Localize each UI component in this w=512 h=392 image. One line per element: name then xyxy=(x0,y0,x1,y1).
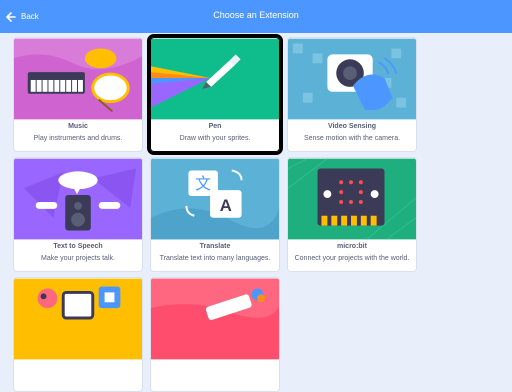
microbit-icon xyxy=(288,158,416,240)
extension-description: Connect your projects with the world. xyxy=(294,255,410,262)
extension-name: micro:bit xyxy=(337,243,367,250)
video-sensing-icon xyxy=(288,38,416,120)
extension-grid: Music Play instruments and drums. Pen Dr… xyxy=(13,34,493,392)
extension-card-music[interactable]: Music Play instruments and drums. xyxy=(13,37,143,152)
page-title: Choose an Extension xyxy=(213,10,299,20)
extension-description: Sense motion with the camera. xyxy=(303,135,401,142)
svg-text:A: A xyxy=(220,196,232,215)
extension-card-microbit[interactable]: micro:bit Connect your projects with the… xyxy=(287,157,417,272)
extension-name: Translate xyxy=(199,243,231,250)
extension-card-pen[interactable]: Pen Draw with your sprites. xyxy=(147,34,283,155)
svg-text:文: 文 xyxy=(195,174,211,193)
extension-name: Text to Speech xyxy=(53,243,103,250)
extension-card-text-to-speech[interactable]: Text to Speech Make your projects talk. xyxy=(13,157,143,272)
extension-description: Make your projects talk. xyxy=(41,255,115,262)
extension-name: Music xyxy=(68,123,88,130)
pen-icon xyxy=(151,38,279,120)
extension-card-translate[interactable]: 文 A Translate Translate text into many l… xyxy=(150,157,280,272)
makey-makey-icon xyxy=(151,278,279,360)
extension-card-video-sensing[interactable]: Video Sensing Sense motion with the came… xyxy=(287,37,417,152)
extension-description: Translate text into many languages. xyxy=(159,255,271,262)
extension-name: Pen xyxy=(208,123,222,130)
text-to-speech-icon xyxy=(14,158,142,240)
extension-description: Play instruments and drums. xyxy=(33,135,123,142)
robotics-icon xyxy=(14,278,142,360)
translate-icon: 文 A xyxy=(151,158,279,240)
extension-card-robotics[interactable] xyxy=(13,277,143,392)
top-bar: Back Choose an Extension xyxy=(0,0,512,33)
music-icon xyxy=(14,38,142,120)
extension-description: Draw with your sprites. xyxy=(179,135,251,142)
extension-card-makey-makey[interactable] xyxy=(150,277,280,392)
extension-name: Video Sensing xyxy=(327,123,377,130)
